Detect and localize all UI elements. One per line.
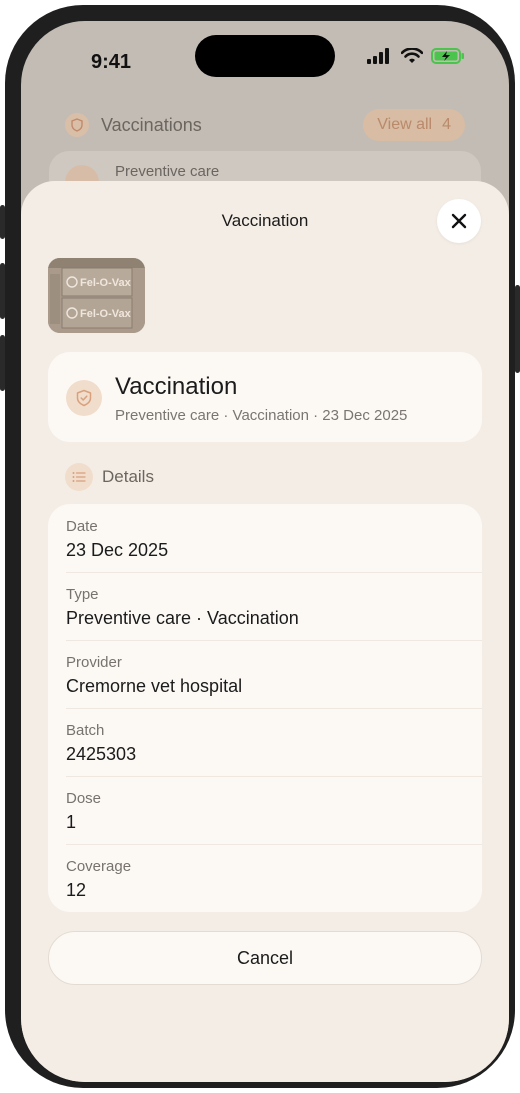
power-button <box>515 285 520 373</box>
detail-value: 1 <box>66 812 77 832</box>
detail-row-dose: Dose 1 <box>48 776 482 844</box>
bg-view-all-label: View all <box>377 116 433 133</box>
thumb-text-1: Fel-O-Vax <box>80 277 132 289</box>
detail-label: Batch <box>66 722 105 739</box>
signal-icon <box>367 48 389 64</box>
list-icon <box>65 463 93 491</box>
dynamic-island <box>195 35 335 77</box>
bg-shield-icon <box>65 113 89 137</box>
screen: 9:41 Vaccinations View all 4 Preventive … <box>21 21 509 1082</box>
divider <box>66 640 482 641</box>
status-time: 9:41 <box>91 51 132 73</box>
detail-label: Dose <box>66 790 102 807</box>
close-icon <box>451 213 467 229</box>
detail-value: 23 Dec 2025 <box>66 540 169 560</box>
divider <box>66 572 482 573</box>
vaccination-sheet: Vaccination Fel-O-Vax Fel-O-Vax Vaccinat… <box>21 181 509 1082</box>
details-section-header: Details <box>65 463 154 491</box>
status-icons <box>367 48 465 64</box>
vaccination-summary-card: Vaccination Preventive care · Vaccinatio… <box>48 352 482 442</box>
detail-row-type: Type Preventive care · Vaccination <box>48 572 482 640</box>
silent-switch <box>0 205 5 239</box>
volume-up-button <box>0 263 5 319</box>
detail-value: 12 <box>66 880 87 900</box>
detail-value: Preventive care · Vaccination <box>66 608 299 628</box>
divider <box>66 844 482 845</box>
summary-title: Vaccination <box>115 373 238 400</box>
detail-value: 2425303 <box>66 744 137 764</box>
summary-subtitle: Preventive care · Vaccination · 23 Dec 2… <box>115 407 408 424</box>
detail-row-batch: Batch 2425303 <box>48 708 482 776</box>
bg-view-all-count: 4 <box>442 116 451 133</box>
vaccine-label-image: Fel-O-Vax Fel-O-Vax <box>48 258 145 333</box>
thumb-text-2: Fel-O-Vax <box>80 308 132 320</box>
bg-view-all-button: View all 4 <box>363 109 465 141</box>
detail-row-coverage: Coverage 12 <box>48 844 482 912</box>
cancel-button[interactable]: Cancel <box>48 931 482 985</box>
battery-charging-icon <box>431 48 464 64</box>
bg-card-label: Preventive care <box>115 163 220 180</box>
divider <box>66 776 482 777</box>
details-heading: Details <box>102 467 154 486</box>
divider <box>66 708 482 709</box>
details-card: Date 23 Dec 2025 Type Preventive care · … <box>48 504 482 912</box>
detail-label: Provider <box>66 654 122 671</box>
vaccination-photo-thumbnail[interactable]: Fel-O-Vax Fel-O-Vax <box>48 258 145 333</box>
volume-down-button <box>0 335 5 391</box>
wifi-icon <box>401 48 423 63</box>
sheet-title: Vaccination <box>221 211 309 230</box>
shield-icon <box>66 380 102 416</box>
detail-row-date: Date 23 Dec 2025 <box>48 504 482 572</box>
detail-row-provider: Provider Cremorne vet hospital <box>48 640 482 708</box>
bg-vaccinations-header: Vaccinations View all 4 <box>65 109 465 141</box>
detail-label: Coverage <box>66 858 132 875</box>
detail-value: Cremorne vet hospital <box>66 676 243 696</box>
detail-label: Type <box>66 586 99 603</box>
close-button[interactable] <box>437 199 481 243</box>
bg-section-title: Vaccinations <box>101 114 202 135</box>
phone-frame: 9:41 Vaccinations View all 4 Preventive … <box>0 5 520 1088</box>
detail-label: Date <box>66 518 98 535</box>
